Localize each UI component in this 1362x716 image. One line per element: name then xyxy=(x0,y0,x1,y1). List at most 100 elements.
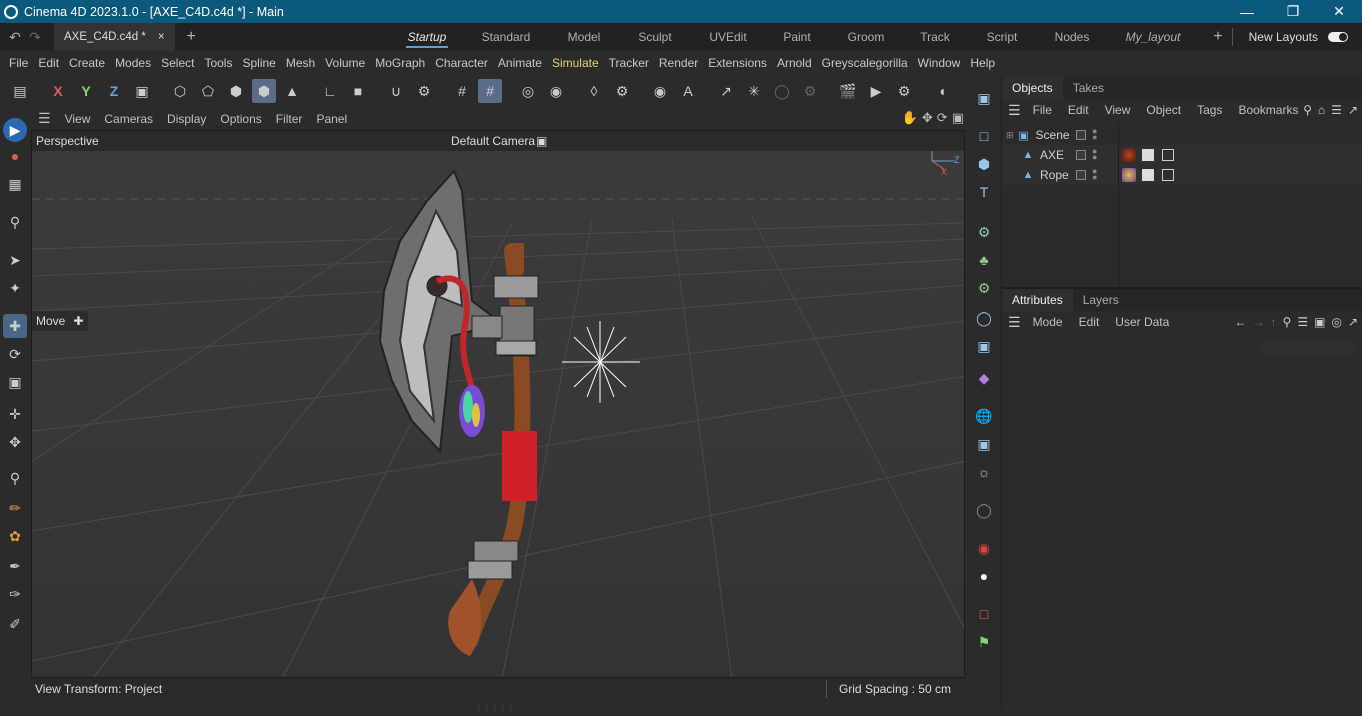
tab-standard[interactable]: Standard xyxy=(462,23,550,51)
menu-help[interactable]: Help xyxy=(965,56,1000,70)
snap-settings-icon[interactable]: ⚙ xyxy=(412,79,436,103)
zoom-icon[interactable]: ⚲ xyxy=(3,210,27,234)
menu-edit[interactable]: Edit xyxy=(33,56,64,70)
maximize-view-icon[interactable]: ▣ xyxy=(952,110,964,126)
texture-mode-icon[interactable]: ■ xyxy=(346,79,370,103)
close-tab-icon[interactable]: × xyxy=(158,31,165,43)
layout-grid-icon[interactable]: ▦ xyxy=(3,172,27,196)
rotate-tool-icon[interactable]: ⟳ xyxy=(3,342,27,366)
forward-arrow-icon[interactable]: → xyxy=(1253,315,1265,329)
menu-extensions[interactable]: Extensions xyxy=(703,56,772,70)
viewport-menu-filter[interactable]: Filter xyxy=(269,112,310,126)
new-window-icon[interactable]: ↗ xyxy=(1348,315,1358,329)
add-document-icon[interactable]: + xyxy=(187,28,196,46)
list-item[interactable]: ▲ Rope ● ● xyxy=(1002,165,1362,185)
menu-mesh[interactable]: Mesh xyxy=(281,56,320,70)
render-dots[interactable]: ● ● xyxy=(1092,147,1097,162)
material-tag-icon[interactable] xyxy=(1122,148,1136,162)
projection-label[interactable]: Perspective xyxy=(36,134,99,148)
camera-label[interactable]: Default Camera xyxy=(451,134,535,148)
uv-mode-icon[interactable]: ▲ xyxy=(280,79,304,103)
attribute-menu-mode[interactable]: Mode xyxy=(1025,315,1071,329)
record-icon[interactable]: ● xyxy=(3,144,27,168)
coordinate-system-icon[interactable]: ▣ xyxy=(130,79,154,103)
brush-icon[interactable]: ✒ xyxy=(3,554,27,578)
y-axis-lock-button[interactable]: Y xyxy=(74,79,98,103)
interactive-render-icon[interactable]: ◖ xyxy=(930,79,954,103)
home-icon[interactable]: ⌂ xyxy=(1318,103,1325,117)
visibility-check[interactable] xyxy=(1076,130,1086,140)
menu-file[interactable]: File xyxy=(4,56,33,70)
mograph-icon[interactable]: ◆ xyxy=(972,366,996,390)
paint-brush-icon[interactable]: ✏ xyxy=(3,496,27,520)
menu-modes[interactable]: Modes xyxy=(110,56,156,70)
tab-model[interactable]: Model xyxy=(550,23,618,51)
tab-groom[interactable]: Groom xyxy=(830,23,902,51)
menu-create[interactable]: Create xyxy=(64,56,110,70)
play-icon[interactable]: ▶ xyxy=(3,118,27,142)
edges-mode-icon[interactable]: ⬠ xyxy=(196,79,220,103)
menu-volume[interactable]: Volume xyxy=(320,56,370,70)
attribute-menu-edit[interactable]: Edit xyxy=(1071,315,1108,329)
menu-greyscalegorilla[interactable]: Greyscalegorilla xyxy=(817,56,913,70)
tag-icon[interactable]: □ xyxy=(972,602,996,626)
menu-render[interactable]: Render xyxy=(654,56,703,70)
lock-icon[interactable]: ▣ xyxy=(1314,315,1325,329)
visibility-check[interactable] xyxy=(1076,150,1086,160)
auto-keying-icon[interactable]: A xyxy=(676,79,700,103)
viewport-menu-cameras[interactable]: Cameras xyxy=(97,112,160,126)
list-item[interactable]: ⊞ ▣ Scene ● ● xyxy=(1002,125,1362,145)
symmetry-icon[interactable]: ◉ xyxy=(544,79,568,103)
grid-snap-icon[interactable]: # xyxy=(450,79,474,103)
move-tool-icon[interactable]: ✚ xyxy=(3,314,27,338)
scale-tool-icon[interactable]: ▣ xyxy=(3,370,27,394)
tab-layers[interactable]: Layers xyxy=(1073,289,1129,311)
tab-script[interactable]: Script xyxy=(968,23,1036,51)
x-axis-lock-button[interactable]: X xyxy=(46,79,70,103)
uvw-tag-icon[interactable] xyxy=(1142,149,1154,161)
z-axis-lock-button[interactable]: Z xyxy=(102,79,126,103)
object-menu-object[interactable]: Object xyxy=(1138,103,1189,117)
axis-mode-icon[interactable]: ∟ xyxy=(318,79,342,103)
enable-axis-icon[interactable]: ↗ xyxy=(714,79,738,103)
tool-settings-icon[interactable]: ⚙ xyxy=(610,79,634,103)
object-menu-edit[interactable]: Edit xyxy=(1060,103,1097,117)
uvw-tag-icon[interactable] xyxy=(1142,169,1154,181)
object-menu-tags[interactable]: Tags xyxy=(1189,103,1230,117)
redo-icon[interactable]: ↷ xyxy=(26,29,44,46)
target-icon[interactable]: ◎ xyxy=(1331,315,1341,329)
magnet-icon[interactable]: ∪ xyxy=(384,79,408,103)
filter-icon[interactable]: ☰ xyxy=(1331,103,1342,117)
viewport-hamburger-icon[interactable]: ☰ xyxy=(31,110,58,127)
viewport-solo-icon[interactable]: ◉ xyxy=(648,79,672,103)
cube-icon[interactable]: ⬢ xyxy=(972,152,996,176)
phong-tag-icon[interactable] xyxy=(1162,169,1174,181)
viewport-menu-options[interactable]: Options xyxy=(213,112,268,126)
object-menu-hamburger-icon[interactable]: ☰ xyxy=(1008,102,1025,119)
attribute-menu-hamburger-icon[interactable]: ☰ xyxy=(1008,314,1025,331)
workplane-snap-icon[interactable]: # xyxy=(478,79,502,103)
tab-track[interactable]: Track xyxy=(902,23,968,51)
render-settings-icon[interactable]: ⚙ xyxy=(892,79,916,103)
mirror-icon[interactable]: ◊ xyxy=(582,79,606,103)
model-mode-icon[interactable]: ⬢ xyxy=(252,79,276,103)
minimize-icon[interactable]: — xyxy=(1224,0,1270,23)
generator-icon[interactable]: ⚙ xyxy=(972,220,996,244)
new-layouts-toggle[interactable] xyxy=(1328,32,1348,42)
orbit-icon[interactable]: ⟳ xyxy=(937,110,948,126)
menu-spline[interactable]: Spline xyxy=(237,56,280,70)
spline-sketch-icon[interactable]: ✐ xyxy=(3,612,27,636)
back-arrow-icon[interactable]: ← xyxy=(1235,315,1247,329)
menu-tools[interactable]: Tools xyxy=(199,56,237,70)
viewport-menu-display[interactable]: Display xyxy=(160,112,213,126)
tab-attributes[interactable]: Attributes xyxy=(1002,289,1073,311)
cube-outline-icon[interactable]: □ xyxy=(972,124,996,148)
align-workplane-icon[interactable]: ◯ xyxy=(770,79,794,103)
menu-select[interactable]: Select xyxy=(156,56,199,70)
scale-handles-icon[interactable]: ✥ xyxy=(3,430,27,454)
render-view-icon[interactable]: 🎬 xyxy=(836,79,860,103)
list-item[interactable]: ▲ AXE ● ● xyxy=(1002,145,1362,165)
record-point-icon[interactable]: ● xyxy=(972,564,996,588)
camera-link-icon[interactable]: ▣ xyxy=(536,134,547,148)
transform-tool-icon[interactable]: ✛ xyxy=(3,402,27,426)
